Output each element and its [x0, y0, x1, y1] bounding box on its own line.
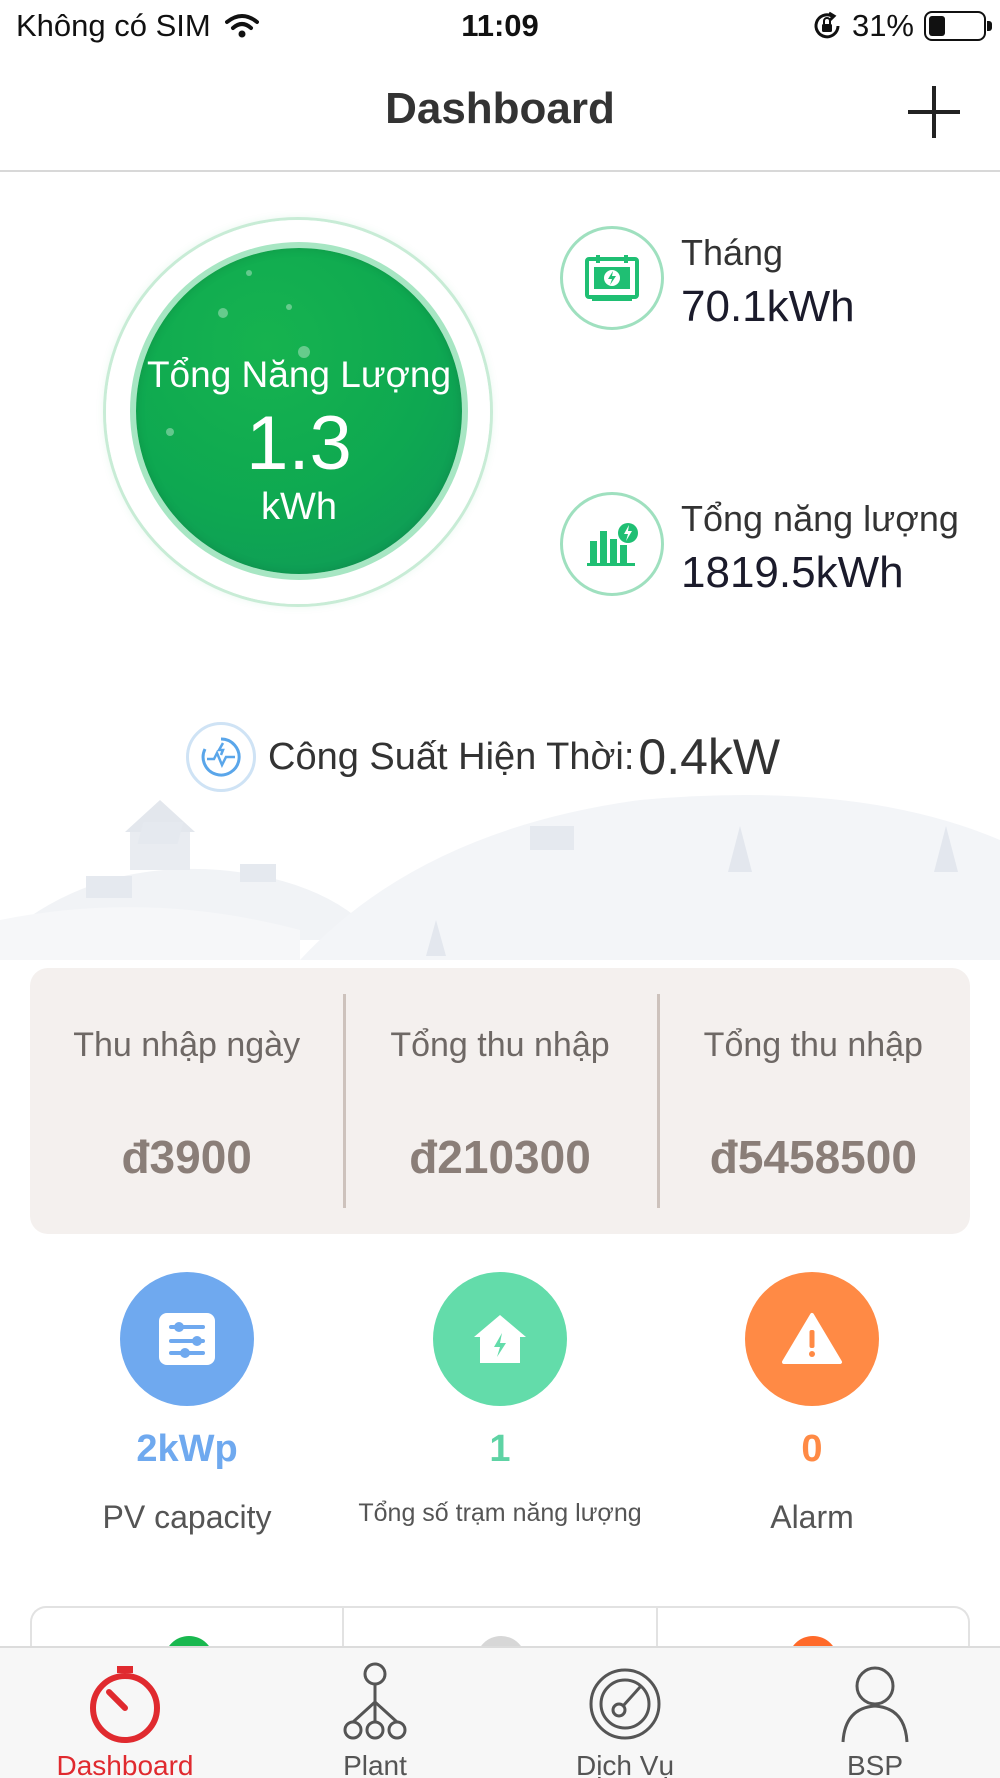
total-value: 1819.5kWh	[681, 548, 904, 597]
page-title: Dashboard	[385, 84, 615, 133]
decor-dot	[246, 270, 252, 276]
hierarchy-icon	[343, 1662, 407, 1740]
user-icon	[841, 1666, 909, 1743]
decor-dot	[218, 308, 228, 318]
warning-icon	[745, 1272, 879, 1406]
income-value: đ5458500	[709, 1131, 917, 1183]
dashboard-gauge-icon	[90, 1666, 160, 1743]
status-right: 31%	[812, 8, 992, 44]
income-label: Tổng thu nhập	[390, 1026, 610, 1064]
tab-bar: Dashboard Plant Dịch Vụ BSP	[0, 1646, 1000, 1778]
tab-label: Plant	[343, 1750, 407, 1778]
income-value: đ3900	[121, 1131, 252, 1183]
alarm-label: Alarm	[770, 1499, 854, 1535]
tab-service[interactable]: Dịch Vụ	[500, 1648, 750, 1778]
station-count-label: Tổng số trạm năng lượng	[358, 1499, 642, 1527]
add-button[interactable]	[908, 86, 960, 138]
battery-percent: 31%	[851, 8, 914, 43]
tab-plant[interactable]: Plant	[250, 1648, 500, 1778]
status-bar: Không có SIM 11:09 31%	[0, 0, 1000, 56]
alarm-value: 0	[801, 1428, 823, 1470]
current-power-label: Công Suất Hiện Thời:	[268, 735, 635, 778]
pv-capacity-label: PV capacity	[102, 1499, 272, 1535]
current-power-row: Công Suất Hiện Thời: 0.4kW	[186, 722, 780, 792]
station-count-value: 1	[489, 1428, 511, 1470]
service-icon	[589, 1668, 661, 1740]
month-stat-icon	[560, 226, 664, 330]
total-stat-icon	[560, 492, 664, 596]
income-label: Tổng thu nhập	[703, 1026, 923, 1064]
energy-unit: kWh	[261, 486, 337, 528]
total-label: Tổng năng lượng	[681, 498, 959, 539]
tab-label: Dashboard	[56, 1750, 194, 1778]
sliders-icon	[120, 1272, 254, 1406]
power-gauge-icon	[186, 722, 256, 792]
nav-bar: Dashboard	[0, 56, 1000, 172]
month-value: 70.1kWh	[681, 282, 855, 331]
income-total-1[interactable]: Tổng thu nhập đ210300	[343, 968, 656, 1234]
tab-label: Dịch Vụ	[575, 1750, 675, 1778]
income-card: Thu nhập ngày đ3900 Tổng thu nhập đ21030…	[30, 968, 970, 1234]
calendar-energy-icon	[585, 255, 639, 301]
energy-value: 1.3	[246, 401, 352, 486]
bar-chart-energy-icon	[587, 523, 638, 566]
income-label: Thu nhập ngày	[73, 1026, 301, 1064]
income-total-2[interactable]: Tổng thu nhập đ5458500	[656, 968, 970, 1234]
income-daily[interactable]: Thu nhập ngày đ3900	[30, 968, 343, 1234]
summary-station-count[interactable]: 1 Tổng số trạm năng lượng	[345, 1272, 655, 1528]
battery-icon	[924, 11, 992, 41]
decor-dot	[286, 304, 292, 310]
tab-dashboard[interactable]: Dashboard	[0, 1648, 250, 1778]
summary-alarm[interactable]: 0 Alarm	[657, 1272, 967, 1536]
battery-level	[929, 16, 945, 36]
summary-pv-capacity[interactable]: 2kWp PV capacity	[32, 1272, 342, 1536]
energy-label: Tổng Năng Lượng	[146, 354, 452, 395]
tab-bsp[interactable]: BSP	[750, 1648, 1000, 1778]
month-label: Tháng	[681, 232, 784, 273]
income-value: đ210300	[409, 1131, 591, 1183]
tab-label: BSP	[846, 1750, 904, 1778]
current-power-value: 0.4kW	[638, 729, 781, 785]
rotation-lock-icon	[814, 11, 840, 39]
total-energy-circle[interactable]: Tổng Năng Lượng 1.3 kWh	[136, 248, 462, 574]
pv-capacity-value: 2kWp	[136, 1428, 238, 1470]
house-bolt-icon	[433, 1272, 567, 1406]
